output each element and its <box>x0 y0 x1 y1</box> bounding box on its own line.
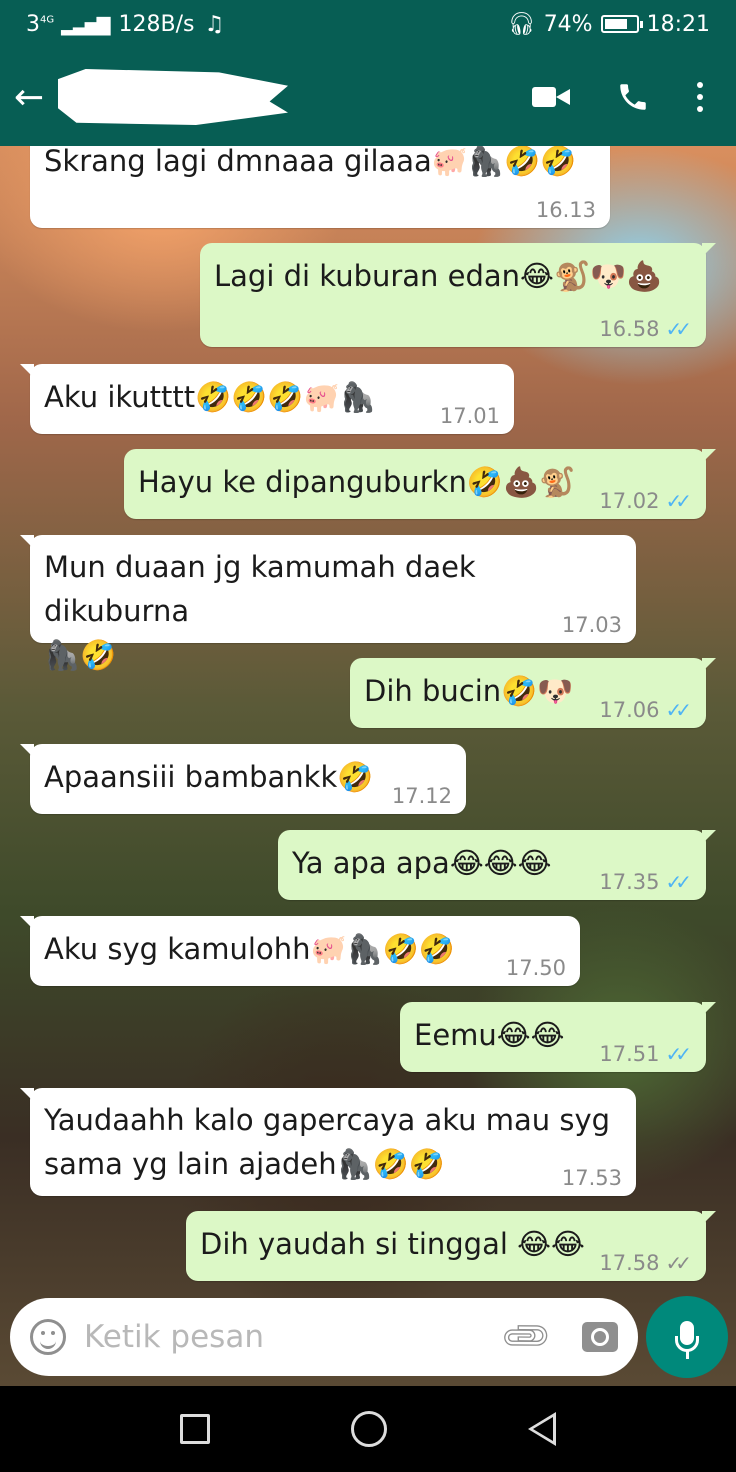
message-meta: 17.35 ✓✓ <box>599 870 692 894</box>
message-bubble[interactable]: Dih yaudah si tinggal 😂😂 17.58 ✓✓ <box>186 1211 716 1281</box>
chat-header: ← <box>0 48 736 146</box>
delivered-receipt-icon: ✓✓ <box>665 1251 691 1275</box>
message-bubble[interactable]: Apaansiii bambankk🤣 17.12 <box>20 744 466 814</box>
battery-icon <box>600 15 643 33</box>
message-meta: 16.13 <box>536 198 596 222</box>
message-bubble[interactable]: Aku ikutttt🤣🤣🤣🐖🦍 17.01 <box>20 364 514 434</box>
status-right: 🎧︎ 74% 18:21 <box>508 12 710 37</box>
message-text: Apaansiii bambankk🤣 <box>44 760 374 794</box>
read-receipt-icon: ✓✓ <box>665 1042 691 1066</box>
message-text: Skrang lagi dmnaaa gilaaa🐖🦍🤣🤣 <box>44 146 577 178</box>
camera-icon[interactable] <box>582 1322 618 1352</box>
message-text: Aku syg kamulohh🐖🦍🤣🤣 <box>44 932 455 966</box>
message-text: Yaudaahh kalo gapercaya aku mau syg sama… <box>44 1103 611 1181</box>
message-time: 17.12 <box>391 784 452 808</box>
network-indicator: 34G ▂▃▅▇ <box>26 11 111 37</box>
message-time: 17.35 <box>599 870 660 894</box>
phone-icon[interactable] <box>616 80 650 114</box>
message-time: 17.51 <box>599 1042 660 1066</box>
headphones-icon: 🎧︎ <box>507 11 536 37</box>
message-meta: 16.58 ✓✓ <box>599 317 692 341</box>
message-time: 17.03 <box>561 613 622 637</box>
message-meta: 17.02 ✓✓ <box>599 489 692 513</box>
message-input[interactable] <box>84 1319 484 1355</box>
microphone-icon-stem <box>685 1351 689 1359</box>
message-meta: 17.06 ✓✓ <box>599 698 692 722</box>
message-time: 17.06 <box>599 698 660 722</box>
message-text: Lagi di kuburan edan😂🐒🐶💩 <box>214 259 663 293</box>
clock: 18:21 <box>646 11 710 37</box>
status-bar: 34G ▂▃▅▇ 128B/s ♫ 🎧︎ 74% 18:21 <box>0 0 736 48</box>
message-meta: 17.53 <box>562 1166 622 1190</box>
read-receipt-icon: ✓✓ <box>665 870 691 894</box>
battery-percent: 74% <box>543 11 593 37</box>
music-icon: ♫ <box>204 11 225 37</box>
message-bubble[interactable]: Lagi di kuburan edan😂🐒🐶💩 16.58 ✓✓ <box>200 243 716 347</box>
message-text: Aku ikutttt🤣🤣🤣🐖🦍 <box>44 380 376 414</box>
message-time: 16.58 <box>599 317 660 341</box>
message-bubble[interactable]: Hayu ke dipanguburkn🤣💩🐒 17.02 ✓✓ <box>124 449 716 519</box>
message-time: 17.50 <box>505 956 566 980</box>
more-options-icon[interactable] <box>696 82 704 112</box>
chat-area[interactable]: Skrang lagi dmnaaa gilaaa🐖🦍🤣🤣 16.13 Lagi… <box>0 146 736 1386</box>
video-call-icon[interactable] <box>532 85 570 109</box>
message-bubble[interactable]: Eemu😂😂 17.51 ✓✓ <box>400 1002 716 1072</box>
read-receipt-icon: ✓✓ <box>665 698 691 722</box>
message-time: 16.13 <box>535 198 596 222</box>
message-bubble[interactable]: Aku syg kamulohh🐖🦍🤣🤣 17.50 <box>20 916 580 986</box>
message-meta: 17.58 ✓✓ <box>599 1251 692 1275</box>
back-arrow-icon[interactable]: ← <box>14 77 50 118</box>
attach-icon[interactable]: 📎︎ <box>497 1308 556 1367</box>
header-actions <box>532 80 722 114</box>
emoji-icon[interactable] <box>30 1319 66 1355</box>
message-bubble[interactable]: Skrang lagi dmnaaa gilaaa🐖🦍🤣🤣 16.13 <box>30 146 610 228</box>
message-meta: 17.03 <box>562 613 622 637</box>
microphone-icon-arc <box>675 1336 699 1352</box>
message-composer: 📎︎ <box>10 1298 638 1376</box>
message-meta: 17.12 <box>392 784 452 808</box>
recents-icon[interactable] <box>180 1414 211 1444</box>
read-receipt-icon: ✓✓ <box>665 317 691 341</box>
home-icon[interactable] <box>350 1411 387 1447</box>
network-speed: 128B/s <box>118 11 195 37</box>
read-receipt-icon: ✓✓ <box>665 489 691 513</box>
message-bubble[interactable]: Yaudaahh kalo gapercaya aku mau syg sama… <box>20 1088 636 1196</box>
message-bubble[interactable]: Dih bucin🤣🐶 17.06 ✓✓ <box>350 658 716 728</box>
message-meta: 17.01 <box>440 404 500 428</box>
message-meta: 17.51 ✓✓ <box>599 1042 692 1066</box>
redacted-contact-name[interactable] <box>58 69 288 125</box>
message-time: 17.53 <box>561 1166 622 1190</box>
message-time: 17.02 <box>599 489 660 513</box>
message-meta: 17.50 <box>506 956 566 980</box>
message-time: 17.58 <box>599 1251 660 1275</box>
message-time: 17.01 <box>439 404 500 428</box>
message-bubble[interactable]: Mun duaan jg kamumah daek dikuburna 🦍🤣 1… <box>20 535 636 672</box>
system-nav-bar <box>0 1386 736 1472</box>
voice-message-button[interactable] <box>646 1296 728 1378</box>
status-left: 34G ▂▃▅▇ 128B/s ♫ <box>26 12 224 37</box>
back-icon[interactable] <box>527 1412 556 1446</box>
message-bubble[interactable]: Ya apa apa😂😂😂 17.35 ✓✓ <box>278 830 716 900</box>
